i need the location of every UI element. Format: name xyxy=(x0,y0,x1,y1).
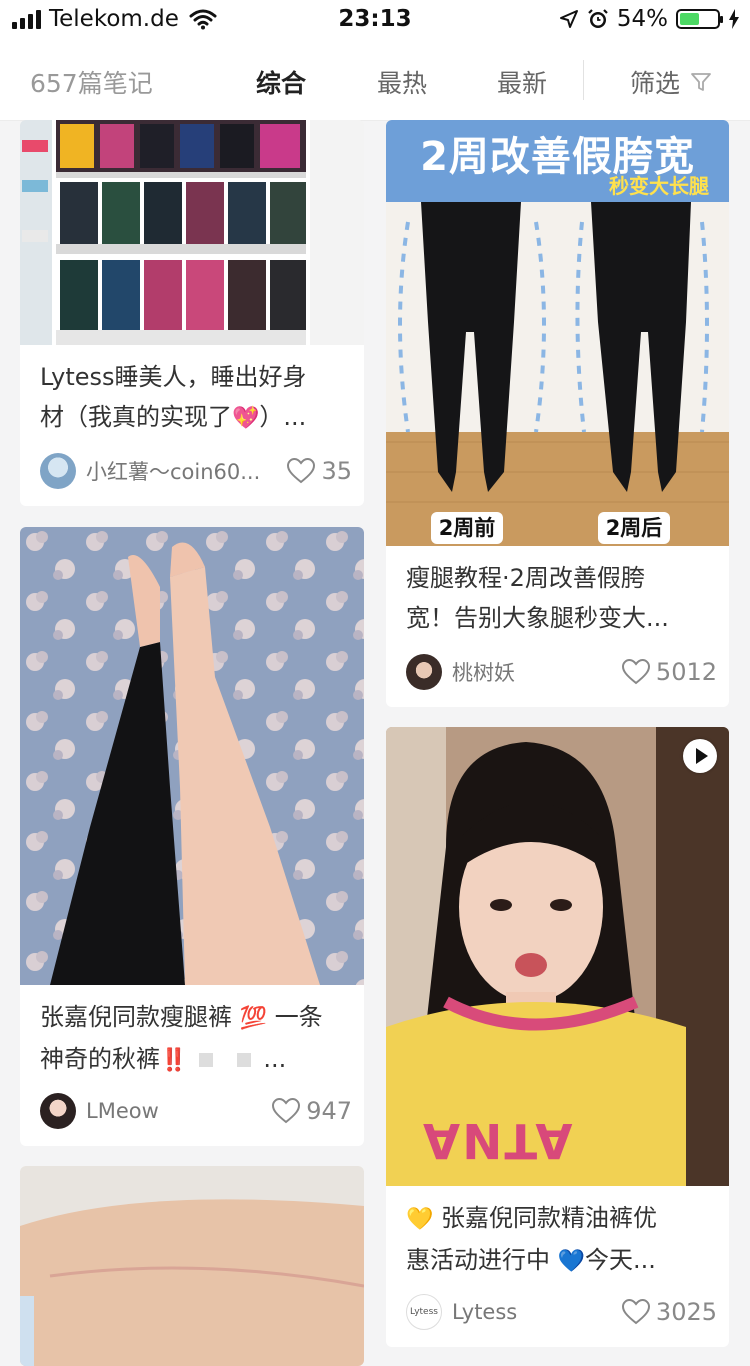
heart-icon xyxy=(272,1098,301,1124)
note-meta: 桃树妖 5012 xyxy=(406,654,717,690)
unknown-emoji xyxy=(199,1053,214,1067)
like-button[interactable]: 947 xyxy=(272,1097,352,1125)
note-title-line: 瘦腿教程·2周改善假胯 xyxy=(406,564,645,592)
note-title-line: 张嘉倪同款瘦腿裤 💯 一条 xyxy=(40,997,346,1039)
like-count: 5012 xyxy=(655,658,717,686)
avatar[interactable] xyxy=(406,654,442,690)
note-image xyxy=(20,1166,364,1366)
sparkle-heart-emoji: 💖 xyxy=(232,406,260,431)
note-card-video[interactable]: ATNA 💛 张嘉倪同款精油裤优 惠活动进行中 💙今天... Lytess Ly… xyxy=(386,727,729,1347)
skin-closeup-image xyxy=(20,1166,364,1366)
like-button[interactable]: 35 xyxy=(287,457,352,485)
author-name[interactable]: 桃树妖 xyxy=(452,657,622,687)
location-icon xyxy=(559,10,578,28)
note-title: 瘦腿教程·2周改善假胯 宽！告别大象腿秒变大... xyxy=(406,558,711,638)
before-label: 2周前 xyxy=(438,516,496,540)
like-count: 947 xyxy=(306,1097,352,1125)
double-exclamation-emoji: ‼️ xyxy=(160,1048,188,1073)
like-button[interactable]: 5012 xyxy=(621,658,717,686)
charging-icon xyxy=(729,9,739,29)
battery-icon xyxy=(676,9,723,29)
author-name[interactable]: 小红薯～coin60... xyxy=(86,456,287,486)
note-title: 💛 张嘉倪同款精油裤优 惠活动进行中 💙今天... xyxy=(406,1198,711,1282)
filter-bar: 657篇笔记 综合 最热 最新 筛选 xyxy=(0,40,750,121)
note-meta: Lytess Lytess 3025 xyxy=(406,1294,717,1330)
tab-comprehensive[interactable]: 综合 xyxy=(256,64,306,100)
battery-percent: 54% xyxy=(616,6,668,32)
legs-on-bed-image xyxy=(20,527,364,985)
note-title-text: 今天... xyxy=(585,1246,656,1274)
note-image: 2周改善假胯宽 秒变大长腿 2周前 2周后 xyxy=(386,120,729,546)
note-meta: LMeow 947 xyxy=(40,1093,352,1129)
heart-icon xyxy=(287,458,316,484)
note-title-line: 💛 张嘉倪同款精油裤优 xyxy=(406,1198,711,1240)
avatar[interactable] xyxy=(40,1093,76,1129)
shirt-print-text: ATNA xyxy=(421,1112,573,1168)
product-shelf-image xyxy=(20,120,364,345)
unknown-emoji xyxy=(237,1053,252,1067)
note-title: Lytess睡美人，睡出好身 材（我真的实现了💖）... xyxy=(40,357,346,439)
note-image: ATNA xyxy=(386,727,729,1186)
note-title-text: 材（我真的实现了 xyxy=(40,403,232,431)
note-title-text: 一条 xyxy=(274,1003,323,1031)
like-count: 3025 xyxy=(655,1298,717,1326)
note-image xyxy=(20,527,364,985)
hundred-emoji: 💯 xyxy=(239,1006,268,1031)
like-button[interactable]: 3025 xyxy=(621,1298,717,1326)
note-title-line: 神奇的秋裤‼️... xyxy=(40,1039,346,1081)
leggings-comparison-image xyxy=(386,202,729,546)
tab-hottest[interactable]: 最热 xyxy=(377,64,427,100)
like-count: 35 xyxy=(321,457,352,485)
heart-icon xyxy=(621,1299,650,1325)
filter-icon xyxy=(691,73,711,91)
note-title-line: 惠活动进行中 💙今天... xyxy=(406,1240,711,1282)
avatar[interactable]: Lytess xyxy=(406,1294,442,1330)
filter-button[interactable]: 筛选 xyxy=(630,64,712,100)
author-name[interactable]: LMeow xyxy=(86,1099,272,1123)
note-title-text: ... xyxy=(263,1045,287,1073)
after-label: 2周后 xyxy=(605,516,663,540)
alarm-icon xyxy=(588,9,608,28)
note-title-text: 张嘉倪同款精油裤优 xyxy=(441,1204,658,1232)
author-name[interactable]: Lytess xyxy=(452,1300,622,1324)
status-bar: Telekom.de 23:13 54% xyxy=(0,0,750,40)
avatar[interactable] xyxy=(40,453,76,489)
note-count: 657篇笔记 xyxy=(30,69,153,98)
note-title-text: ）... xyxy=(259,403,307,431)
note-title-text: 神奇的秋裤 xyxy=(40,1045,160,1073)
note-card-leg-tutorial[interactable]: 2周改善假胯宽 秒变大长腿 2周前 2周后 瘦腿教程·2周改善假胯 宽！告别大象… xyxy=(386,120,729,707)
play-icon[interactable] xyxy=(683,739,717,773)
note-title-text: 惠活动进行中 xyxy=(406,1246,550,1274)
note-title-line: 材（我真的实现了💖）... xyxy=(40,397,346,439)
note-image xyxy=(20,120,364,345)
note-card-lytess[interactable]: Lytess睡美人，睡出好身 材（我真的实现了💖）... 小红薯～coin60.… xyxy=(20,120,364,506)
tab-newest[interactable]: 最新 xyxy=(497,64,547,100)
filter-label: 筛选 xyxy=(630,69,681,98)
note-title-line: 宽！告别大象腿秒变大... xyxy=(406,604,669,632)
note-title-line: Lytess睡美人，睡出好身 xyxy=(40,363,307,391)
yellow-heart-emoji: 💛 xyxy=(406,1207,434,1232)
divider xyxy=(583,60,584,100)
avatar-logo-text: Lytess xyxy=(410,1307,438,1317)
note-card-skin[interactable] xyxy=(20,1166,364,1366)
blue-heart-emoji: 💙 xyxy=(557,1249,586,1274)
note-card-leggings[interactable]: 张嘉倪同款瘦腿裤 💯 一条 神奇的秋裤‼️... LMeow 947 xyxy=(20,527,364,1146)
note-meta: 小红薯～coin60... 35 xyxy=(40,453,352,489)
image-badge: 秒变大长腿 xyxy=(609,174,709,198)
note-title-text: 张嘉倪同款瘦腿裤 xyxy=(40,1003,232,1031)
heart-icon xyxy=(621,659,650,685)
note-title: 张嘉倪同款瘦腿裤 💯 一条 神奇的秋裤‼️... xyxy=(40,997,346,1081)
